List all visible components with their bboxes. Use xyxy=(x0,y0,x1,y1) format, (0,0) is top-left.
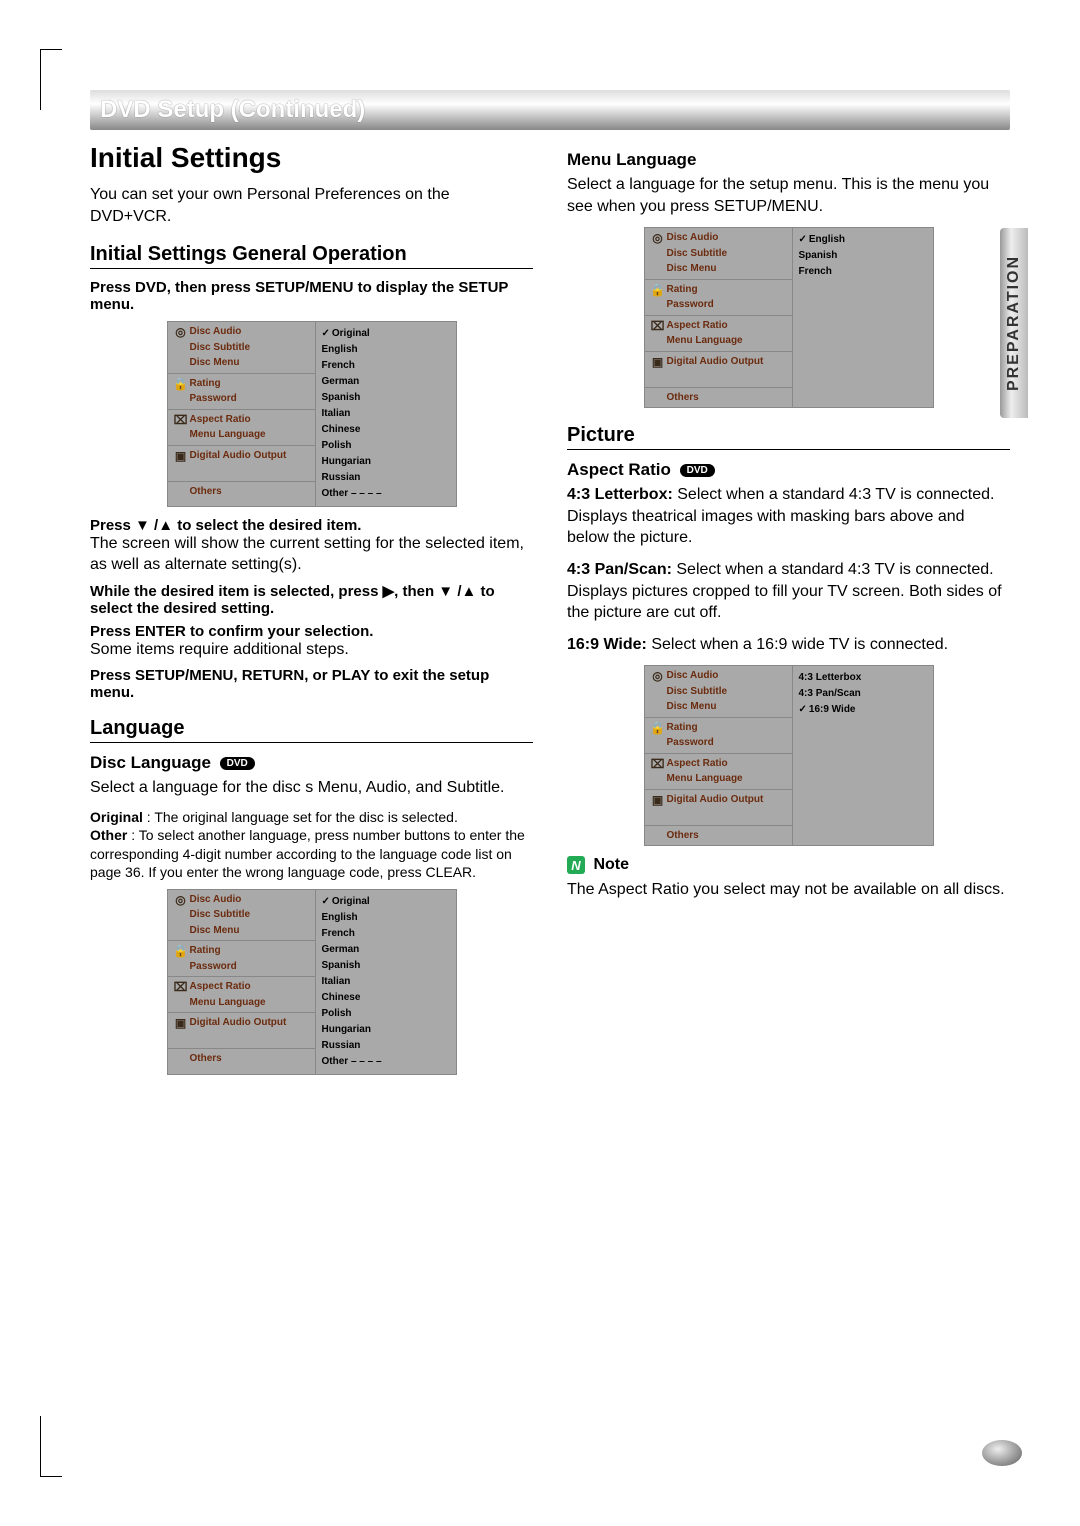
disc-language-heading: Disc Language DVD xyxy=(90,753,533,773)
speaker-icon: ▣ xyxy=(172,1015,190,1032)
note-text: The Aspect Ratio you select may not be a… xyxy=(567,879,1010,901)
crop-mark-top-left xyxy=(40,50,62,110)
general-operation-heading: Initial Settings General Operation xyxy=(90,243,533,269)
page-banner: DVD Setup (Continued) xyxy=(90,90,1010,130)
step-3: While the desired item is selected, pres… xyxy=(90,582,533,617)
speaker-icon: ▣ xyxy=(649,792,667,809)
lock-icon: 🔒 xyxy=(172,376,190,393)
intro-text: You can set your own Personal Preference… xyxy=(90,184,533,227)
lock-icon: 🔒 xyxy=(649,720,667,737)
language-heading: Language xyxy=(90,717,533,743)
left-column: Initial Settings You can set your own Pe… xyxy=(90,142,533,1085)
step-2: Press ▼ /▲ to select the desired item. xyxy=(90,517,533,534)
picture-heading: Picture xyxy=(567,424,1010,450)
other-desc: Other : To select another language, pres… xyxy=(90,826,533,881)
initial-settings-title: Initial Settings xyxy=(90,142,533,174)
step-4: Press ENTER to confirm your selection. xyxy=(90,623,533,640)
original-desc: Original : The original language set for… xyxy=(90,808,533,826)
tv-icon: ⌧ xyxy=(172,979,190,996)
menu-language-heading: Menu Language xyxy=(567,150,1010,170)
ar-panscan: 4:3 Pan/Scan: Select when a standard 4:3… xyxy=(567,559,1010,624)
osd-setup-menu-1: ◎Disc AudioDisc SubtitleDisc Menu 🔒Ratin… xyxy=(167,321,457,507)
tv-icon: ⌧ xyxy=(649,318,667,335)
disc-icon: ◎ xyxy=(649,230,667,247)
banner-title: DVD Setup (Continued) xyxy=(100,96,1000,124)
disc-icon: ◎ xyxy=(649,668,667,685)
ar-letterbox: 4:3 Letterbox: Select when a standard 4:… xyxy=(567,484,1010,549)
step-4-desc: Some items require additional steps. xyxy=(90,640,533,661)
step-5: Press SETUP/MENU, RETURN, or PLAY to exi… xyxy=(90,667,533,701)
lock-icon: 🔒 xyxy=(649,282,667,299)
dvd-badge-icon: DVD xyxy=(680,464,715,477)
lock-icon: 🔒 xyxy=(172,943,190,960)
note-heading: N Note xyxy=(567,856,1010,874)
disc-icon: ◎ xyxy=(172,892,190,909)
step-2-desc: The screen will show the current setting… xyxy=(90,534,533,576)
crop-mark-bottom-left xyxy=(40,1416,62,1476)
right-column: Menu Language Select a language for the … xyxy=(567,142,1010,1085)
osd-aspect-ratio: ◎Disc AudioDisc SubtitleDisc Menu 🔒Ratin… xyxy=(644,665,934,846)
section-side-tab: PREPARATION xyxy=(1000,228,1028,418)
note-icon: N xyxy=(567,856,585,874)
speaker-icon: ▣ xyxy=(649,354,667,371)
tv-icon: ⌧ xyxy=(649,756,667,773)
menu-language-desc: Select a language for the setup menu. Th… xyxy=(567,174,1010,217)
dvd-badge-icon: DVD xyxy=(220,757,255,770)
osd-setup-menu-2: ◎Disc AudioDisc SubtitleDisc Menu 🔒Ratin… xyxy=(167,889,457,1075)
aspect-ratio-heading: Aspect Ratio DVD xyxy=(567,460,1010,480)
tv-icon: ⌧ xyxy=(172,412,190,429)
page-number-dot xyxy=(982,1440,1022,1466)
disc-icon: ◎ xyxy=(172,324,190,341)
speaker-icon: ▣ xyxy=(172,448,190,465)
step-1: Press DVD, then press SETUP/MENU to disp… xyxy=(90,279,533,313)
ar-wide: 16:9 Wide: Select when a 16:9 wide TV is… xyxy=(567,634,1010,656)
disc-language-desc: Select a language for the disc s Menu, A… xyxy=(90,777,533,799)
osd-menu-language: ◎Disc AudioDisc SubtitleDisc Menu 🔒Ratin… xyxy=(644,227,934,408)
